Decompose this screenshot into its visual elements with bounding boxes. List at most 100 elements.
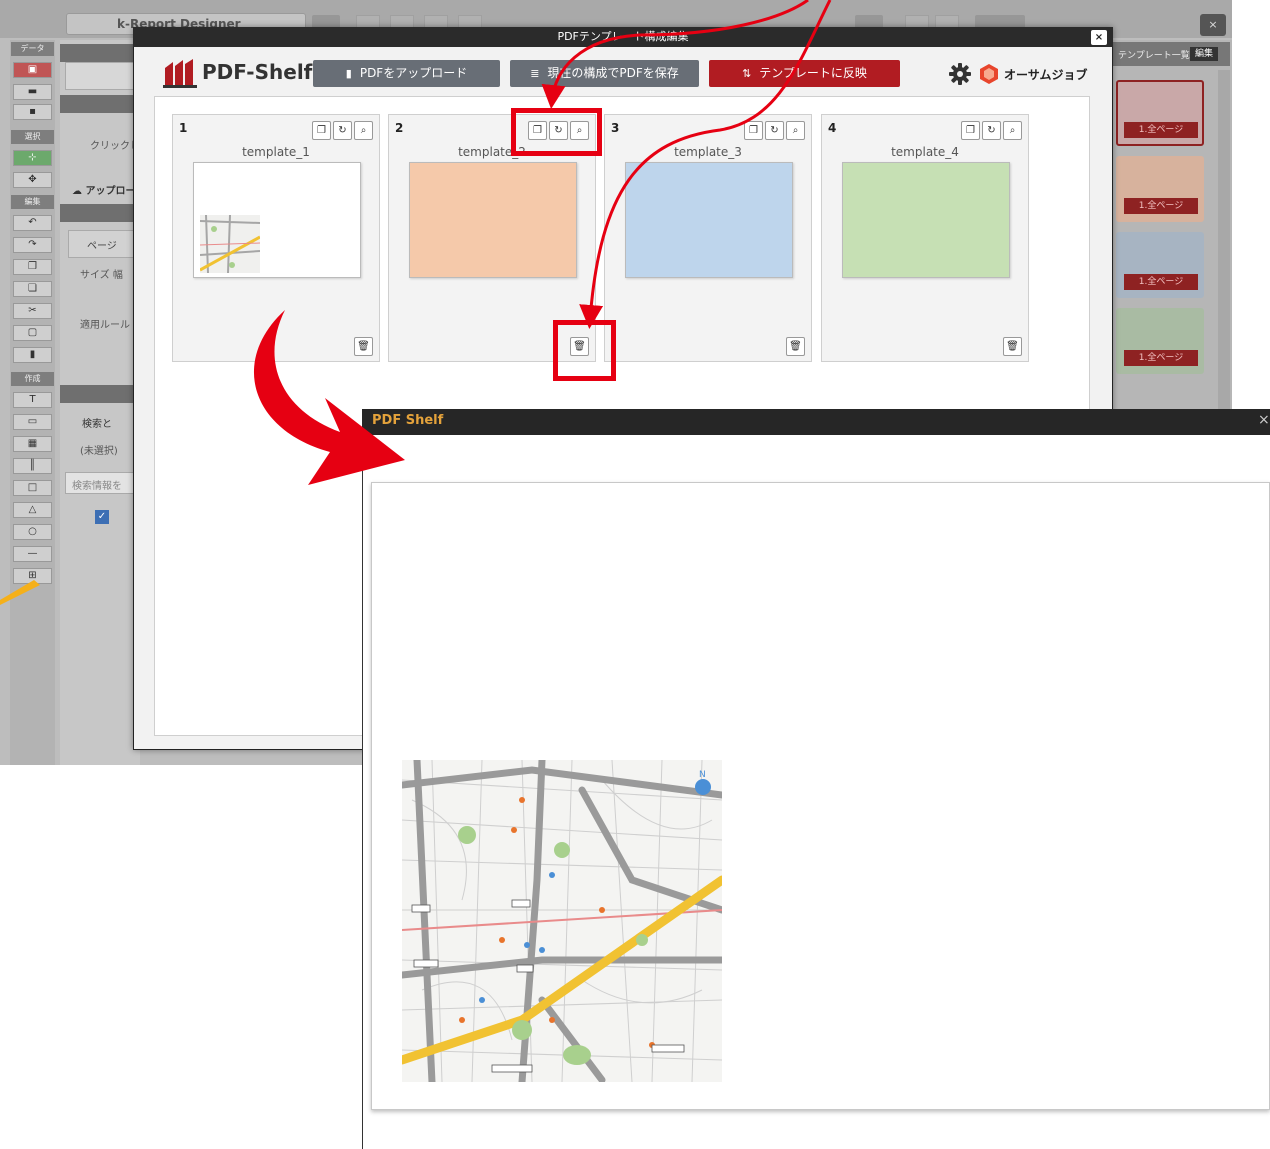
template-number: 3 <box>611 121 620 135</box>
template-number: 1 <box>179 121 188 135</box>
zoom-icon[interactable]: ⌕ <box>786 121 805 140</box>
brand-name: オーサムジョブ <box>1004 68 1088 82</box>
save-pdf-button[interactable]: ≣ 現在の構成でPDFを保存 <box>510 60 699 87</box>
template-list-scrollbar[interactable] <box>1218 70 1230 410</box>
gear-icon[interactable] <box>949 63 971 85</box>
cut-icon[interactable]: ✂ <box>13 303 52 319</box>
duplicate-icon[interactable]: ❐ <box>312 121 331 140</box>
template-list-edit-button[interactable]: 編集 <box>1190 47 1218 61</box>
table-icon[interactable]: ⊞ <box>13 568 52 584</box>
panel-header <box>60 204 140 222</box>
trash-icon[interactable]: 🗑 <box>786 337 805 356</box>
qr-code-icon[interactable]: ▦ <box>13 436 52 452</box>
panel-row <box>65 62 140 90</box>
apply-template-label: テンプレートに反映 <box>759 66 867 80</box>
delete-icon[interactable]: ▮ <box>13 347 52 363</box>
designer-close-icon[interactable]: × <box>1200 14 1226 36</box>
template-thumbnail-label: 1.全ページ <box>1124 274 1198 290</box>
sync-icon: ⇅ <box>742 67 752 80</box>
template-number: 2 <box>395 121 404 135</box>
zoom-icon[interactable]: ⌕ <box>354 121 373 140</box>
property-panel: クリックし ☁ アップロー ページ サイズ 幅 適用ルール 検索と (未選択) … <box>60 40 143 765</box>
panel-header <box>60 385 140 403</box>
apply-template-button[interactable]: ⇅ テンプレートに反映 <box>709 60 900 87</box>
preview-titlebar <box>362 409 1270 435</box>
undo-icon[interactable]: ↶ <box>13 215 52 231</box>
modal-close-icon[interactable]: × <box>1091 30 1107 45</box>
barcode-icon[interactable]: ║ <box>13 458 52 474</box>
paste-icon[interactable]: ▢ <box>13 325 52 341</box>
template-card[interactable]: 4 ❐ ↻ ⌕ template_4 🗑 <box>821 114 1029 362</box>
upload-pdf-label: PDFをアップロード <box>359 66 468 80</box>
template-name: template_1 <box>242 145 310 159</box>
duplicate-icon[interactable]: ❏ <box>13 281 52 297</box>
image-icon[interactable]: ▭ <box>13 414 52 430</box>
template-name: template_4 <box>891 145 959 159</box>
highlight-trash <box>553 320 616 381</box>
database-icon: ≣ <box>530 67 540 80</box>
template-preview[interactable] <box>409 162 577 278</box>
template-thumbnail-label: 1.全ページ <box>1124 198 1198 214</box>
rotate-icon[interactable]: ↻ <box>333 121 352 140</box>
line-icon[interactable]: — <box>13 546 52 562</box>
panel-header <box>60 44 140 62</box>
page-header: ページ <box>68 230 143 258</box>
duplicate-icon[interactable]: ❐ <box>961 121 980 140</box>
trash-icon[interactable]: 🗑 <box>1003 337 1022 356</box>
trash-icon[interactable]: 🗑 <box>354 337 373 356</box>
duplicate-icon[interactable]: ❐ <box>744 121 763 140</box>
ellipse-icon[interactable]: ○ <box>13 524 52 540</box>
unselected-label: (未選択) <box>80 446 118 457</box>
modal-title: PDFテンプレート構成編集 <box>133 27 1113 47</box>
search-info-placeholder: 検索情報を <box>72 481 122 492</box>
zoom-icon[interactable]: ⌕ <box>1003 121 1022 140</box>
card-toolbar: ❐ ↻ ⌕ <box>744 121 805 140</box>
move-icon[interactable]: ✥ <box>13 172 52 188</box>
open-folder-icon[interactable]: ▬ <box>13 84 52 100</box>
section-edit: 編集 <box>11 195 54 209</box>
preview-close-icon[interactable]: × <box>1258 412 1270 428</box>
tool-palette: データ ▣ ▬ ▪ 選択 ⊹ ✥ 編集 ↶ ↷ ❐ ❏ ✂ ▢ ▮ 作成 T ▭… <box>10 40 55 765</box>
redo-icon[interactable]: ↷ <box>13 237 52 253</box>
highlight-card-tools <box>511 108 602 156</box>
size-label: サイズ 幅 <box>80 270 123 281</box>
section-data: データ <box>11 42 54 56</box>
card-toolbar: ❐ ↻ ⌕ <box>312 121 373 140</box>
save-icon[interactable]: ▪ <box>13 104 52 120</box>
map-thumbnail <box>200 215 260 273</box>
triangle-icon[interactable]: △ <box>13 502 52 518</box>
template-card[interactable]: 1 ❐ ↻ ⌕ template_1 🗑 <box>172 114 380 362</box>
preview-title: PDF Shelf <box>372 413 444 428</box>
svg-text:N: N <box>699 770 706 780</box>
select-icon[interactable]: ⊹ <box>13 150 52 166</box>
checkbox-checked[interactable]: ✓ <box>95 510 109 524</box>
text-field-icon[interactable]: T <box>13 392 52 408</box>
template-card[interactable]: 3 ❐ ↻ ⌕ template_3 🗑 <box>604 114 812 362</box>
upload-link[interactable]: ☁ アップロー <box>72 182 135 197</box>
template-thumbnail-label: 1.全ページ <box>1124 350 1198 366</box>
search-title: 検索と <box>82 419 112 430</box>
template-thumbnail-label: 1.全ページ <box>1124 122 1198 138</box>
template-preview[interactable] <box>193 162 361 278</box>
upload-link-label: アップロー <box>85 186 136 197</box>
rotate-icon[interactable]: ↻ <box>982 121 1001 140</box>
logo-text: PDF-Shelf <box>202 60 313 84</box>
template-name: template_3 <box>674 145 742 159</box>
rule-label: 適用ルール <box>80 320 130 331</box>
panel-header <box>60 95 140 113</box>
save-pdf-label: 現在の構成でPDFを保存 <box>547 66 679 80</box>
copy-icon[interactable]: ❐ <box>13 259 52 275</box>
pdf-shelf-logo-icon <box>163 59 197 88</box>
template-preview[interactable] <box>842 162 1010 278</box>
section-create: 作成 <box>11 372 54 386</box>
upload-pdf-button[interactable]: ▮ PDFをアップロード <box>313 60 500 87</box>
new-file-icon[interactable]: ▣ <box>13 62 52 78</box>
file-upload-icon: ▮ <box>345 67 352 80</box>
map-image: N <box>402 760 722 1082</box>
search-info-input[interactable]: 検索情報を <box>65 472 140 494</box>
rotate-icon[interactable]: ↻ <box>765 121 784 140</box>
brand-logo-icon <box>980 64 998 84</box>
rectangle-icon[interactable]: □ <box>13 480 52 496</box>
section-select: 選択 <box>11 130 54 144</box>
template-preview[interactable] <box>625 162 793 278</box>
